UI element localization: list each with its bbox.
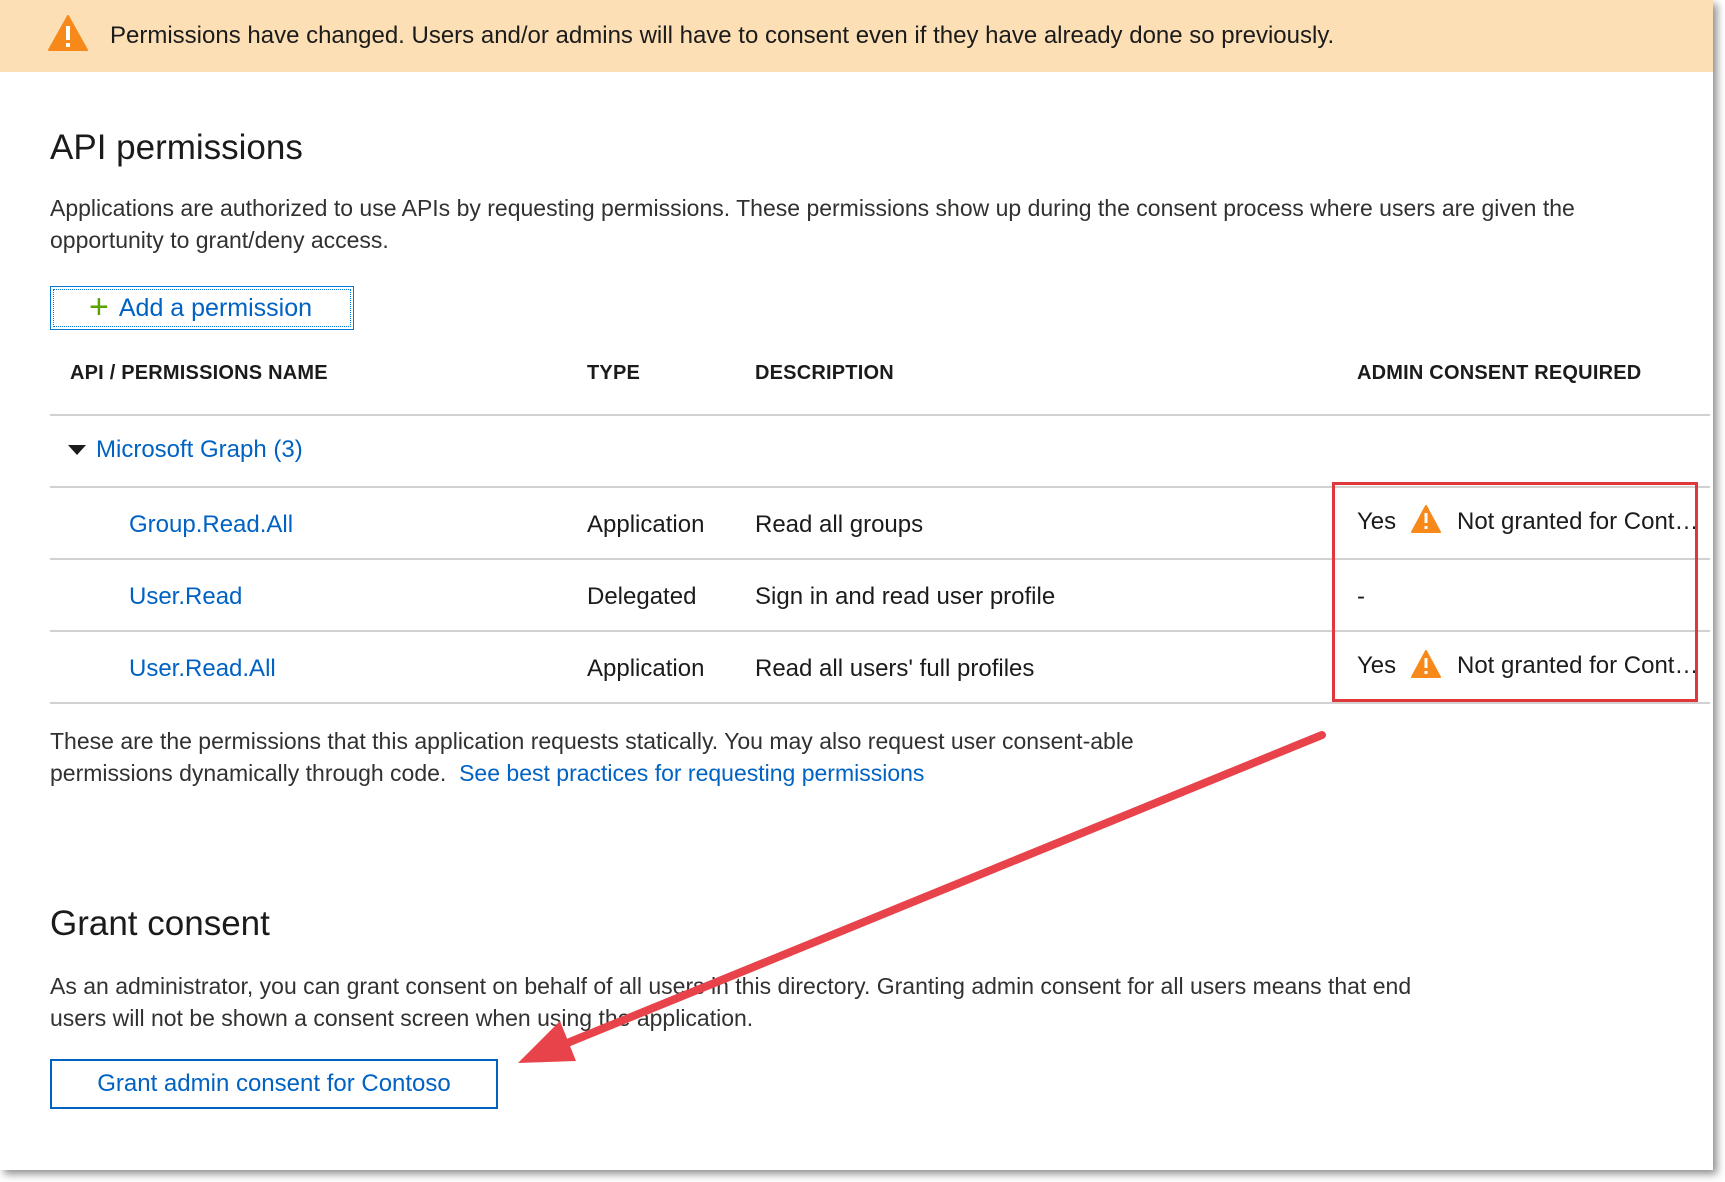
permission-type: Application xyxy=(587,511,705,538)
caret-down-icon xyxy=(68,445,86,455)
permission-description: Read all users' full profiles xyxy=(755,655,1035,682)
column-header-admin-consent: ADMIN CONSENT REQUIRED xyxy=(1357,362,1642,384)
permissions-changed-banner: Permissions have changed. Users and/or a… xyxy=(0,0,1713,72)
add-permission-label: Add a permission xyxy=(118,293,313,322)
plus-icon: + xyxy=(89,287,109,326)
annotation-highlight-box xyxy=(1332,482,1698,702)
api-permissions-title: API permissions xyxy=(50,128,303,167)
grant-consent-title: Grant consent xyxy=(50,904,270,943)
grant-admin-consent-button[interactable]: Grant admin consent for Contoso xyxy=(50,1059,498,1109)
permission-type: Application xyxy=(587,655,705,682)
page-frame: Permissions have changed. Users and/or a… xyxy=(0,0,1713,1170)
banner-text: Permissions have changed. Users and/or a… xyxy=(110,22,1335,49)
permission-description: Read all groups xyxy=(755,511,924,538)
permission-description: Sign in and read user profile xyxy=(755,583,1056,610)
header-divider xyxy=(50,414,1710,416)
grant-consent-description: As an administrator, you can grant conse… xyxy=(50,973,1412,1031)
permission-link-user-read[interactable]: User.Read xyxy=(129,583,242,611)
row-divider xyxy=(50,702,1710,704)
permission-link-group-read-all[interactable]: Group.Read.All xyxy=(129,511,293,539)
column-header-name: API / PERMISSIONS NAME xyxy=(70,362,328,384)
permission-link-user-read-all[interactable]: User.Read.All xyxy=(129,655,276,683)
best-practices-link[interactable]: See best practices for requesting permis… xyxy=(459,760,924,786)
static-permissions-note: These are the permissions that this appl… xyxy=(50,725,1250,789)
api-permissions-description: Applications are authorized to use APIs … xyxy=(50,195,1575,253)
warning-icon xyxy=(48,15,88,51)
group-microsoft-graph[interactable]: Microsoft Graph (3) xyxy=(68,436,303,464)
permission-type: Delegated xyxy=(587,583,697,610)
column-header-type: TYPE xyxy=(587,362,641,384)
group-label: Microsoft Graph (3) xyxy=(96,436,303,463)
add-permission-button[interactable]: + Add a permission xyxy=(50,286,354,330)
column-header-description: DESCRIPTION xyxy=(755,362,894,384)
